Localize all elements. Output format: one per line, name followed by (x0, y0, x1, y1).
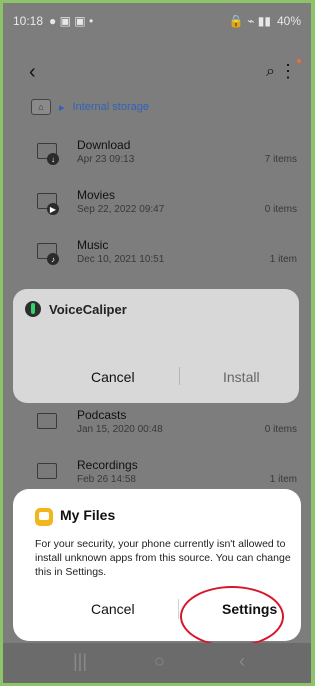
sheet-cancel-button[interactable]: Cancel (91, 601, 135, 617)
notification-icons: ● ▣ ▣ • (49, 14, 94, 28)
music-badge-icon: ♪ (47, 253, 59, 265)
back-icon[interactable]: ‹ (29, 61, 36, 84)
folder-date: Sep 22, 2022 09:47 (77, 204, 165, 215)
my-files-icon (35, 508, 53, 526)
install-divider (179, 367, 180, 385)
folder-name: Download (77, 138, 131, 152)
folder-row-music[interactable]: ♪ Music Dec 10, 2021 10:51 1 item (3, 233, 311, 283)
install-cancel-button[interactable]: Cancel (91, 369, 135, 385)
install-dialog: VoiceCaliper Cancel Install (13, 289, 299, 403)
battery-level: 40% (276, 14, 301, 28)
time: 10:18 (13, 14, 44, 28)
folder-date: Dec 10, 2021 10:51 (77, 254, 165, 265)
folder-name: Music (77, 238, 109, 252)
status-left: 10:18 ● ▣ ▣ • (13, 14, 93, 28)
recent-apps-icon[interactable]: ||| (73, 651, 87, 672)
folder-count: 0 items (264, 424, 297, 435)
home-nav-icon[interactable]: ○ (154, 651, 165, 672)
more-options-icon[interactable]: ⋮ (279, 61, 297, 82)
chevron-right-icon: ▸ (59, 101, 65, 114)
folder-date: Feb 26 14:58 (77, 474, 136, 485)
folder-row-movies[interactable]: ▶ Movies Sep 22, 2022 09:47 0 items (3, 183, 311, 233)
voicecaliper-app-icon (25, 301, 41, 317)
folder-row-download[interactable]: ↓ Download Apr 23 09:13 7 items (3, 133, 311, 183)
folder-name: Movies (77, 188, 116, 202)
folder-row-podcasts[interactable]: Podcasts Jan 15, 2020 00:48 0 items (3, 403, 311, 453)
screen: 10:18 ● ▣ ▣ • 🔒 ⌁ ▮▮ 40% ‹ ⌕ ⋮ ⌂ ▸ Inter… (3, 3, 311, 683)
install-button[interactable]: Install (223, 369, 260, 385)
sheet-divider (178, 599, 179, 619)
folder-icon (37, 463, 57, 479)
notification-dot (297, 59, 301, 63)
sheet-title: My Files (60, 507, 116, 523)
video-badge-icon: ▶ (47, 203, 59, 215)
sheet-message: For your security, your phone currently … (35, 538, 291, 578)
folder-name: Podcasts (77, 408, 127, 422)
folder-icon (37, 413, 57, 429)
status-icons: 🔒 ⌁ ▮▮ (228, 14, 271, 28)
folder-count: 0 items (264, 204, 297, 215)
folder-count: 1 item (269, 254, 297, 265)
back-nav-icon[interactable]: ‹ (239, 651, 245, 672)
folder-count: 7 items (264, 154, 297, 165)
folder-date: Apr 23 09:13 (77, 154, 135, 165)
app-bar: ‹ ⌕ ⋮ (3, 55, 311, 91)
download-badge-icon: ↓ (47, 153, 59, 165)
status-right: 🔒 ⌁ ▮▮ 40% (229, 14, 301, 28)
folder-name: Recordings (77, 458, 138, 472)
home-icon[interactable]: ⌂ (31, 99, 51, 115)
install-app-name: VoiceCaliper (49, 302, 127, 317)
search-icon[interactable]: ⌕ (266, 63, 275, 81)
navigation-bar: ||| ○ ‹ (3, 643, 311, 683)
folder-count: 1 item (269, 474, 297, 485)
breadcrumb-internal-storage[interactable]: Internal storage (73, 101, 149, 113)
breadcrumb: ⌂ ▸ Internal storage (31, 99, 149, 115)
status-bar: 10:18 ● ▣ ▣ • 🔒 ⌁ ▮▮ 40% (3, 3, 311, 39)
folder-date: Jan 15, 2020 00:48 (77, 424, 163, 435)
settings-highlight-circle (180, 586, 284, 647)
